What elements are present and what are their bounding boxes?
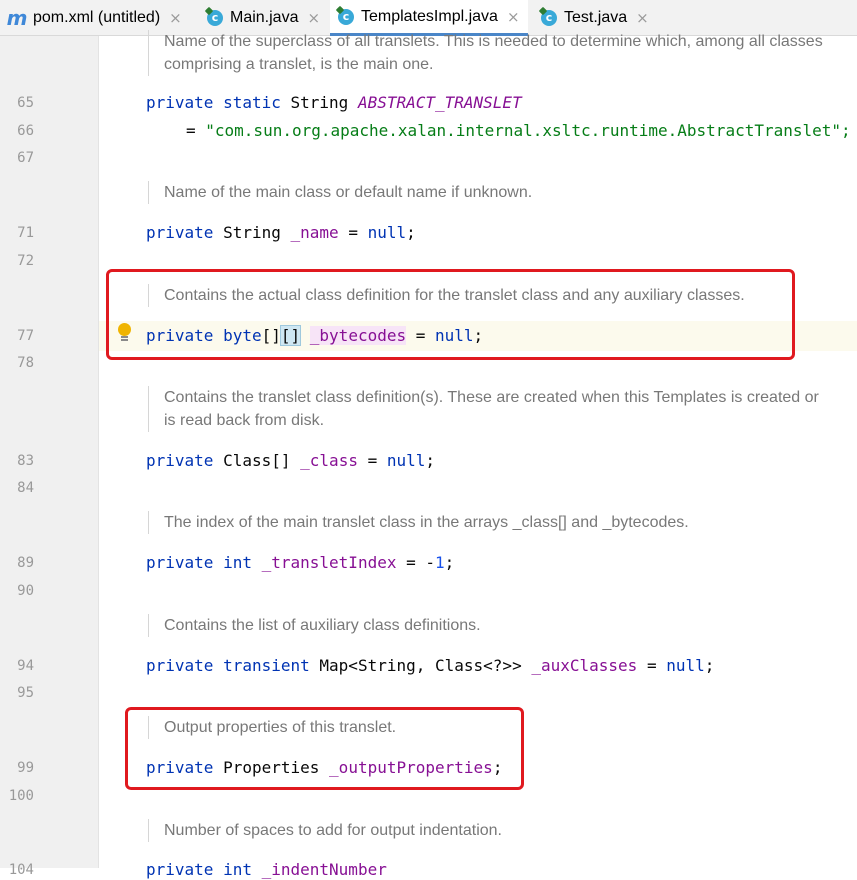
line-number: 66	[17, 123, 34, 139]
line-number: 71	[17, 225, 34, 241]
code-line-94[interactable]: private transient Map<String, Class<?>> …	[146, 656, 714, 676]
line-number: 100	[8, 788, 34, 804]
close-icon[interactable]: ×	[169, 9, 182, 27]
line-number: 89	[17, 555, 34, 571]
code-line-65[interactable]: private static String ABSTRACT_TRANSLET	[146, 93, 522, 113]
code-line-83[interactable]: private Class[] _class = null;	[146, 451, 435, 471]
code-line-104[interactable]: private int _indentNumber	[146, 860, 387, 880]
highlight-box-bytecodes	[106, 269, 795, 360]
doc-comment-line: The index of the main translet class in …	[164, 514, 689, 531]
doc-comment-line: Number of spaces to add for output inden…	[164, 822, 502, 839]
code-line-89[interactable]: private int _transletIndex = -1;	[146, 553, 454, 573]
line-number: 95	[17, 685, 34, 701]
doc-comment-line: Name of the superclass of all translets.…	[164, 33, 823, 50]
maven-icon: m	[6, 5, 28, 30]
java-class-icon: c	[338, 8, 354, 25]
line-number: 67	[17, 150, 34, 166]
line-number: 99	[17, 760, 34, 776]
java-class-icon: c	[541, 9, 557, 26]
close-icon[interactable]: ×	[307, 9, 320, 27]
line-number: 72	[17, 253, 34, 269]
line-number: 84	[17, 480, 34, 496]
highlight-box-output-properties	[125, 707, 524, 790]
doc-comment-line: Name of the main class or default name i…	[164, 184, 533, 201]
close-icon[interactable]: ×	[636, 9, 649, 27]
code-line-71[interactable]: private String _name = null;	[146, 223, 416, 243]
close-icon[interactable]: ×	[507, 8, 520, 26]
doc-comment-line: is read back from disk.	[164, 412, 325, 429]
code-line-66[interactable]: = "com.sun.org.apache.xalan.internal.xsl…	[186, 121, 851, 141]
doc-comment-line: Contains the translet class definition(s…	[164, 389, 819, 406]
line-number: 94	[17, 658, 34, 674]
doc-comment: The index of the main translet class in …	[148, 511, 689, 534]
line-number: 104	[8, 862, 34, 878]
line-number: 83	[17, 453, 34, 469]
doc-comment: Contains the translet class definition(s…	[148, 386, 819, 432]
tab-label: Main.java	[230, 8, 299, 26]
doc-comment: Name of the main class or default name i…	[148, 181, 532, 204]
doc-comment-line: comprising a translet, is the main one.	[164, 56, 434, 73]
tab-label: TemplatesImpl.java	[361, 7, 498, 25]
doc-comment: Number of spaces to add for output inden…	[148, 819, 502, 842]
doc-comment-line: Contains the list of auxiliary class def…	[164, 617, 481, 634]
tab-label: Test.java	[564, 8, 628, 26]
java-class-icon: c	[207, 9, 223, 26]
line-number: 65	[17, 95, 34, 111]
doc-comment: Contains the list of auxiliary class def…	[148, 614, 481, 637]
doc-comment: Name of the superclass of all translets.…	[148, 30, 823, 76]
tab-label: pom.xml (untitled)	[33, 8, 161, 26]
line-number: 90	[17, 583, 34, 599]
line-number: 77	[17, 328, 34, 344]
line-number: 78	[17, 355, 34, 371]
